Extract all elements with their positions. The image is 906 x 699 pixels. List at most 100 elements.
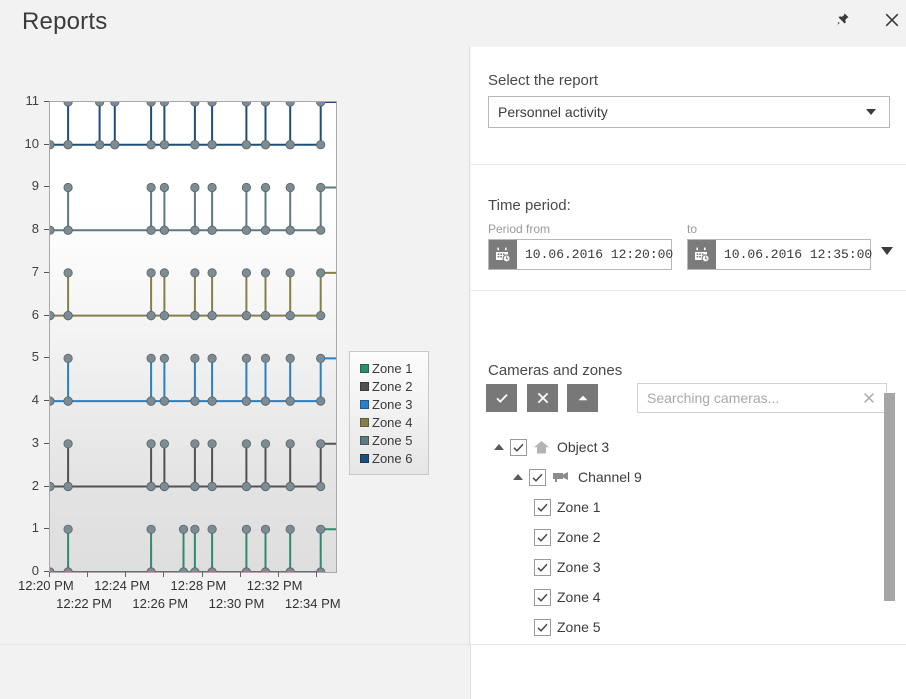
chart-marker [260,182,271,193]
chart-line-zone-3 [50,357,336,403]
chart-y-tick-label: 2 [31,477,39,493]
tree-checkbox[interactable] [529,468,546,486]
chart-x-tick-label: 12:24 PM [94,578,150,593]
chart-marker [207,225,217,235]
search-input[interactable] [638,389,862,407]
chart-marker [190,311,200,321]
chart-marker [63,396,73,406]
tree-checkbox[interactable] [534,528,551,546]
tree-scrollbar-thumb[interactable] [884,393,895,601]
chart-y-tick-mark [44,101,49,102]
uncheck-all-button[interactable] [527,384,558,412]
chart-marker [63,567,73,572]
chevron-up-icon[interactable] [494,444,504,450]
chart-marker [316,311,326,321]
pin-icon[interactable] [822,0,862,40]
chart-marker [50,225,55,235]
tree-row[interactable]: Zone 3 [488,552,888,582]
collapse-all-button[interactable] [567,384,598,412]
chart-plot-area [49,101,337,573]
chart-marker [241,481,251,492]
chart-legend: Zone 1 Zone 2 Zone 3 Zone 4 Zone 5 Zone 6 [349,351,429,475]
period-to-label: to [687,222,698,236]
calendar-clock-icon[interactable] [489,240,517,269]
chart-marker [159,439,170,449]
period-to-field[interactable]: 10.06.2016 12:35:00 [687,239,872,270]
tree-row[interactable]: Channel 9 [488,462,888,492]
chart-marker [178,524,189,534]
chart-marker [178,567,189,572]
tree-row[interactable]: Object 3 [488,432,888,462]
chart-marker [260,481,271,492]
close-icon[interactable] [862,391,876,405]
legend-item: Zone 1 [360,359,428,377]
chart-marker [146,268,156,278]
check-icon [537,593,548,602]
chart-marker [63,102,73,107]
tree-row[interactable]: Zone 2 [488,522,888,552]
chart-y-tick-mark [44,400,49,402]
chart-x-tick-mark [277,572,279,577]
chevron-up-icon[interactable] [513,474,523,480]
chart-marker [146,140,156,150]
building-icon [533,440,550,455]
chart-marker [241,396,251,406]
chart-marker [190,353,200,363]
close-icon [537,392,548,404]
chart-marker [190,396,200,406]
chart-marker [159,311,170,321]
chart-x-tick-label: 12:28 PM [170,578,227,593]
report-type-value: Personnel activity [498,104,608,120]
chart-marker [146,353,156,363]
chart-marker [207,102,217,107]
chart-marker [159,268,170,278]
chart-marker [260,311,271,321]
chart-marker [260,353,271,363]
chart-y-tick-label: 5 [31,349,39,365]
chart-marker [316,140,326,150]
tree-scrollbar[interactable] [884,393,895,623]
chart-marker [260,140,271,150]
close-icon[interactable] [872,0,906,40]
chart-marker [190,481,200,492]
tree-item-label: Zone 5 [557,619,601,635]
period-from-value: 10.06.2016 12:20:00 [525,247,674,262]
tree-checkbox[interactable] [534,558,551,576]
footer-right: Build Cancel [471,644,906,699]
period-from-field[interactable]: 10.06.2016 12:20:00 [488,239,674,270]
chart-marker [146,439,156,449]
chart-y-tick-label: 9 [31,178,39,194]
chart-marker [316,524,326,534]
legend-color-swatch [360,453,369,463]
tree-checkbox[interactable] [534,618,551,636]
tree-checkbox[interactable] [534,588,551,606]
chart-line-zone-2 [50,442,336,488]
cameras-zones-tree[interactable]: Object 3 Channel 9 Zone 1 Zone 2 Zone 3 Zone … [488,432,888,672]
chart-y-tick-label: 3 [31,434,39,450]
chart-marker [63,481,73,492]
calendar-clock-icon[interactable] [688,240,716,269]
chart-marker [159,182,170,193]
tree-checkbox[interactable] [510,438,527,456]
tree-row[interactable]: Zone 4 [488,582,888,612]
tree-row[interactable]: Zone 1 [488,492,888,522]
tree-row[interactable]: Zone 5 [488,612,888,642]
chart-marker [159,102,169,107]
search-cameras-box[interactable] [637,383,887,413]
report-type-select[interactable]: Personnel activity [488,96,890,128]
chart-marker [241,182,251,193]
chart-marker [63,439,73,449]
check-icon [537,623,548,632]
chart-y-tick-mark [44,528,49,530]
check-icon [537,533,548,542]
chart-marker [207,396,217,406]
chart-marker [63,140,73,150]
chart-marker [50,396,55,406]
title-bar: Reports [0,0,906,47]
chart-marker [207,140,217,150]
check-all-button[interactable] [486,384,517,412]
chart-y-tick-label: 4 [31,392,39,408]
chevron-down-icon[interactable] [881,247,893,255]
tree-checkbox[interactable] [534,498,551,516]
chart-marker [316,225,326,235]
